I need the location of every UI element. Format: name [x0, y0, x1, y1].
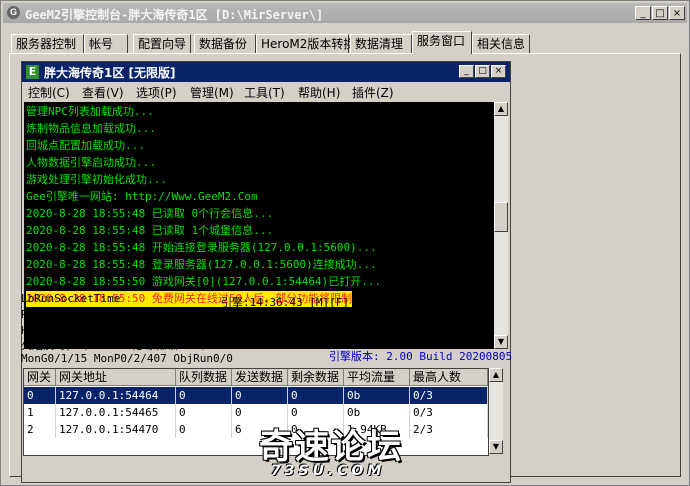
watermark-logo: 奇速论坛 73SU.COM [259, 419, 439, 485]
tab-related-info[interactable]: 相关信息 [472, 34, 530, 54]
cell-address: 127.0.0.1:54470 [56, 421, 176, 438]
col-header[interactable]: 发送数据 [232, 369, 288, 386]
table-row[interactable]: 0 127.0.0.1:54464 0 0 0 0b 0/3 [24, 387, 488, 404]
log-line: 游戏处理引擎初始化成功... [26, 173, 167, 186]
table-scrollbar[interactable]: ▲ ▼ [489, 368, 503, 454]
status-mon: MonG0/1/15 MonP0/2/407 ObjRun0/0 [21, 352, 233, 365]
tab-data-cleanup[interactable]: 数据清理 [350, 34, 412, 54]
menu-plugins[interactable]: 插件(Z) [352, 84, 394, 101]
menu-manage[interactable]: 管理(M) [190, 84, 234, 101]
col-header[interactable]: 剩余数据 [288, 369, 344, 386]
col-header[interactable]: 平均流量 [344, 369, 410, 386]
watermark-sub: 73SU.COM [271, 463, 386, 479]
minimize-icon[interactable]: _ [635, 6, 651, 20]
cell-address: 127.0.0.1:54465 [56, 404, 176, 421]
menu-tools[interactable]: 工具(T) [244, 84, 285, 101]
tab-service-window[interactable]: 服务窗口 [412, 31, 472, 54]
col-header[interactable]: 网关地址 [56, 369, 176, 386]
scroll-thumb[interactable] [494, 202, 508, 232]
minimized-window-strip [23, 461, 203, 481]
cell-sent: 0 [232, 387, 288, 404]
tab-data-backup[interactable]: 数据备份 [194, 34, 256, 54]
log-line: 2020-8-28 18:55:48 已读取 1个城堡信息... [26, 224, 273, 237]
status-run: Run64/14 Soc0/0 Usr0/165 [21, 308, 180, 321]
menu-bar: 控制(C) 查看(V) 选项(P) 管理(M) 工具(T) 帮助(H) 插件(Z… [22, 82, 510, 101]
window-title: GeeM2引擎控制台-胖大海传奇1区 [D:\MirServer\] [25, 8, 324, 22]
col-header[interactable]: 最高人数 [410, 369, 488, 386]
maximize-icon[interactable]: □ [652, 6, 668, 20]
log-line: 2020-8-28 18:55:50 游戏网关[0](127.0.0.1:544… [26, 275, 382, 288]
tab-account[interactable]: 帐号 [84, 34, 128, 54]
table-scroll-up-icon[interactable]: ▲ [489, 368, 503, 382]
server-window-titlebar[interactable]: E 胖大海传奇1区 [无限版] _ □ × [22, 62, 510, 82]
inner-maximize-icon[interactable]: □ [475, 65, 490, 78]
col-header[interactable]: 网关 [24, 369, 56, 386]
main-window: G GeeM2引擎控制台-胖大海传奇1区 [D:\MirServer\] _ □… [0, 0, 690, 486]
scroll-up-icon[interactable]: ▲ [494, 102, 508, 116]
cell-gateway: 1 [24, 404, 56, 421]
log-line: Gee引擎唯一网站: http://Www.GeeM2.Com [26, 190, 258, 203]
inner-close-icon[interactable]: × [491, 65, 506, 78]
tab-herom2-convert[interactable]: HeroM2版本转换 [256, 34, 355, 54]
menu-help[interactable]: 帮助(H) [298, 84, 340, 101]
status-map: 火焰沃玛,72/363 - 花吻蜘蛛/177/47 [21, 339, 222, 352]
watermark-main: 奇速论坛 [259, 427, 403, 467]
menu-options[interactable]: 选项(P) [136, 84, 177, 101]
tab-server-control[interactable]: 服务器控制 [11, 34, 84, 54]
log-line: 管理NPC列表加载成功... [26, 105, 154, 118]
status-engine-time: 引擎:14:36:43 [M][F] [221, 296, 349, 309]
log-line: 2020-8-28 18:55:48 登录服务器(127.0.0.1:5600)… [26, 258, 377, 271]
server-window-title: 胖大海传奇1区 [无限版] [44, 66, 176, 80]
inner-minimize-icon[interactable]: _ [459, 65, 474, 78]
cell-gateway: 0 [24, 387, 56, 404]
cell-remaining: 0 [288, 387, 344, 404]
status-online: [在线:17/17/0] [363, 314, 452, 327]
status-hum: Hum0/38 Mon0/9 UsrRot156/3982 Merch0/16 … [21, 324, 359, 337]
cell-queue: 0 [176, 421, 232, 438]
cell-address: 127.0.0.1:54464 [56, 387, 176, 404]
cell-queue: 0 [176, 387, 232, 404]
table-scroll-down-icon[interactable]: ▼ [489, 440, 503, 454]
log-line: 炼制物品信息加载成功... [26, 122, 156, 135]
menu-view[interactable]: 查看(V) [82, 84, 124, 101]
menu-control[interactable]: 控制(C) [28, 84, 70, 101]
app-icon: G [7, 6, 20, 19]
col-header[interactable]: 队列数据 [176, 369, 232, 386]
cell-queue: 0 [176, 404, 232, 421]
cell-max-users: 0/3 [410, 387, 488, 404]
engine-icon: E [26, 65, 39, 79]
cell-avg-traffic: 0b [344, 387, 410, 404]
close-icon[interactable]: × [669, 6, 685, 20]
status-version: 引擎版本: 2.00 Build 20200805 [329, 350, 513, 363]
status-refresh: [刷怪:7583] [363, 296, 432, 309]
status-panel: LbRunSocketTime 引擎:14:36:43 [M][F] [刷怪:7… [21, 290, 513, 365]
log-line: 2020-8-28 18:55:48 开始连接登录服务器(127.0.0.1:5… [26, 241, 377, 254]
tab-config-wizard[interactable]: 配置向导 [133, 34, 191, 54]
status-run-socket: LbRunSocketTime [21, 292, 121, 305]
title-bar[interactable]: G GeeM2引擎控制台-胖大海传奇1区 [D:\MirServer\] _ □… [3, 3, 687, 23]
log-line: 2020-8-28 18:55:48 已读取 0个行会信息... [26, 207, 273, 220]
cell-gateway: 2 [24, 421, 56, 438]
log-line: 人物数据引擎启动成功... [26, 156, 156, 169]
log-line: 回城点配置加载成功... [26, 139, 145, 152]
status-local: [本机:1.2598天] [363, 332, 456, 345]
